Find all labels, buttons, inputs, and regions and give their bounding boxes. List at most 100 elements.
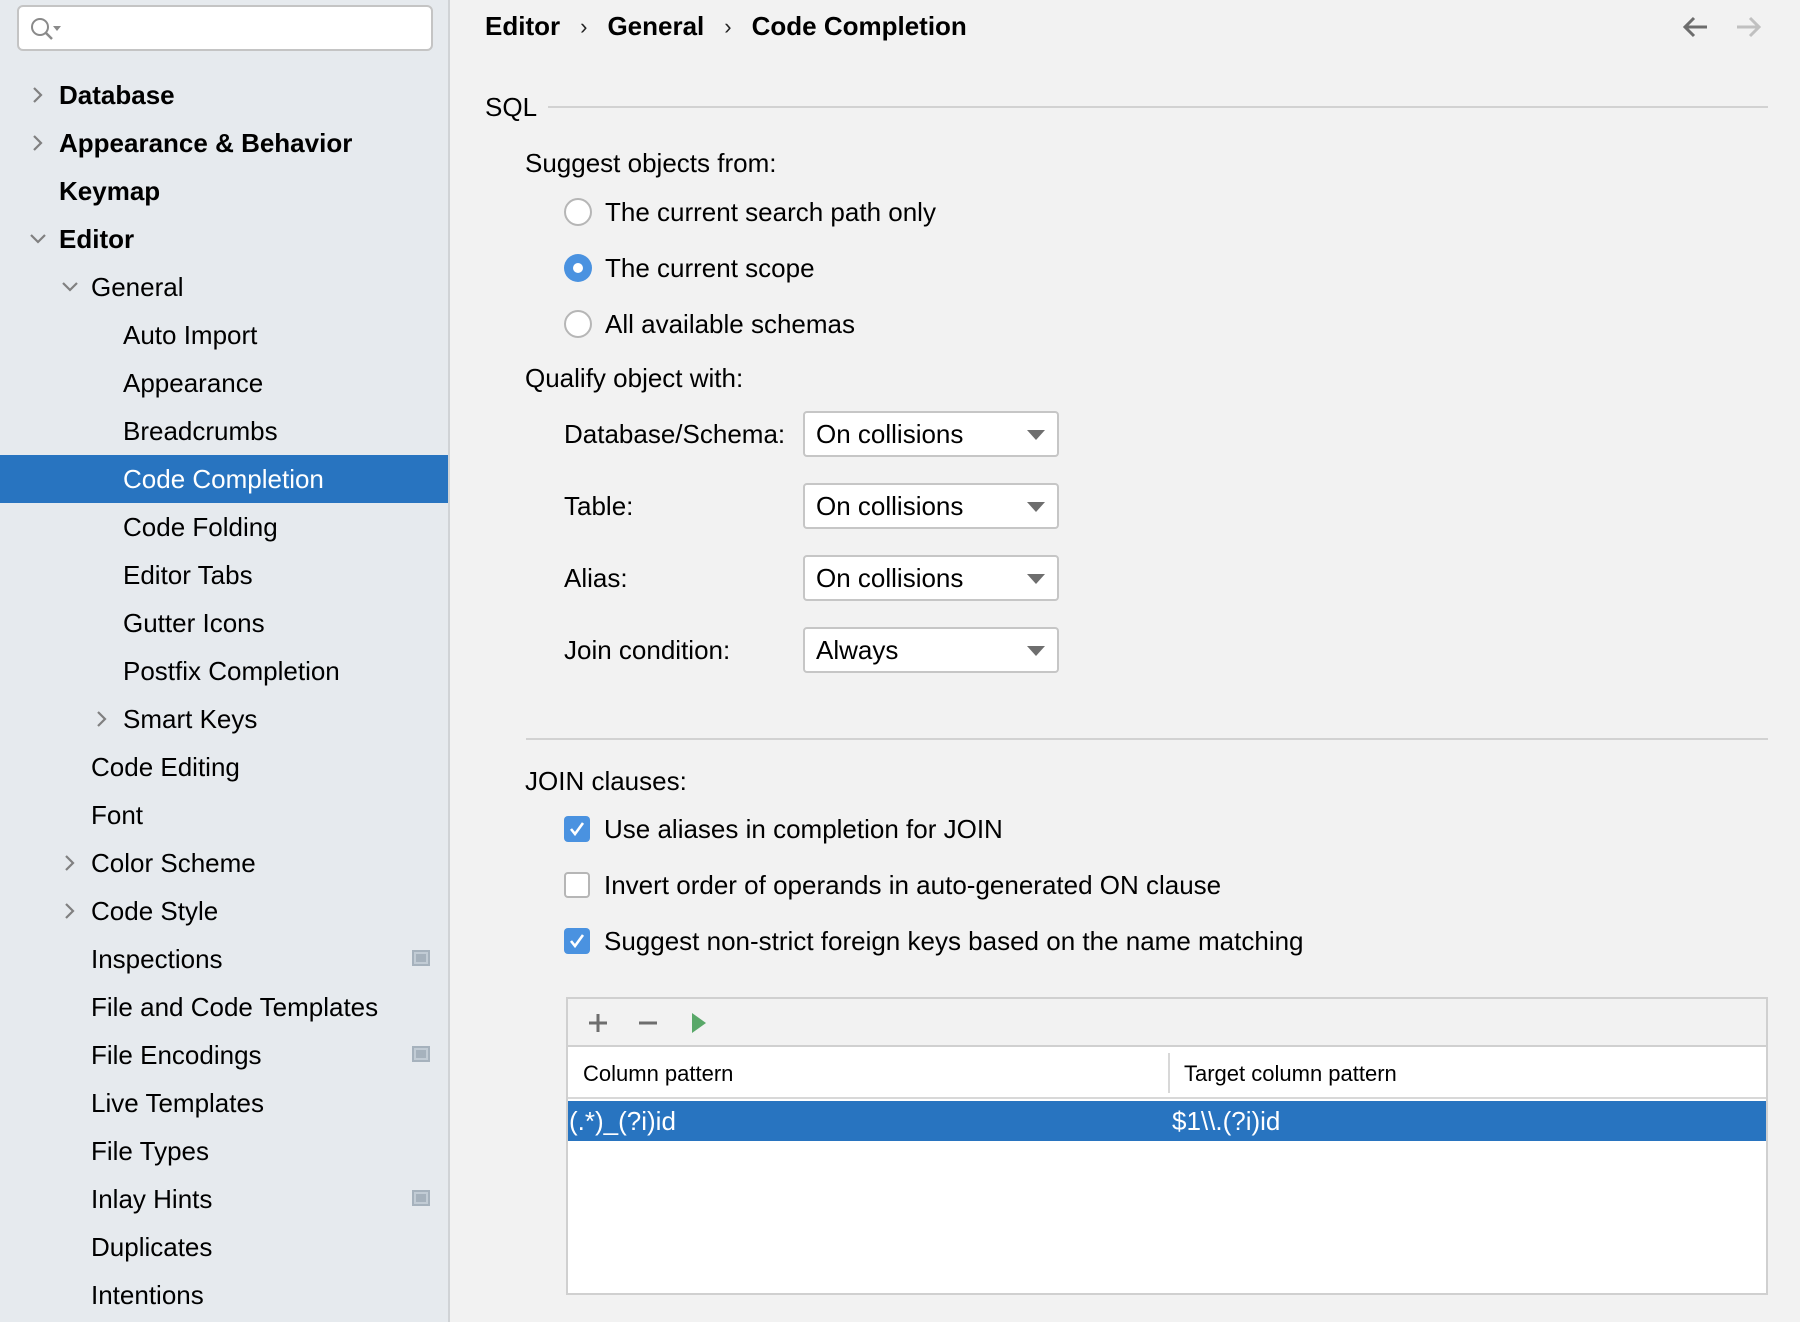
checkbox-label[interactable]: Suggest non-strict foreign keys based on… [604, 925, 1304, 957]
sidebar-item-label: Appearance [123, 368, 264, 398]
sidebar-item-breadcrumbs[interactable]: Breadcrumbs [0, 407, 448, 455]
settings-search-field[interactable] [17, 5, 433, 51]
checkbox-label[interactable]: Invert order of operands in auto-generat… [604, 869, 1221, 901]
sidebar-item-label: Code Editing [91, 752, 240, 782]
table-row[interactable]: (.*)_(?i)id $1\\.(?i)id [568, 1101, 1766, 1141]
sidebar-item-label: Live Templates [91, 1088, 264, 1118]
join-clauses-label: JOIN clauses: [525, 766, 687, 796]
radio-label[interactable]: The current search path only [605, 196, 936, 228]
qualify-field-label: Table: [564, 491, 634, 521]
search-icon[interactable] [29, 16, 63, 42]
sidebar-item-intentions[interactable]: Intentions [0, 1271, 448, 1319]
minus-icon[interactable] [634, 1009, 662, 1037]
breadcrumb-separator: › [580, 13, 588, 39]
radio-button[interactable] [564, 310, 592, 338]
sidebar-item-inlay-hints[interactable]: Inlay Hints [0, 1175, 448, 1223]
qualify-dropdown[interactable]: Always [803, 627, 1059, 673]
dropdown-value: On collisions [816, 563, 964, 593]
sidebar-item-label: Inspections [91, 944, 223, 974]
column-header[interactable]: Column pattern [583, 1059, 733, 1089]
column-header[interactable]: Target column pattern [1184, 1059, 1397, 1089]
breadcrumb-item[interactable]: Editor [485, 11, 560, 42]
dropdown-arrow-icon[interactable] [1027, 646, 1045, 656]
breadcrumb-item[interactable]: General [607, 11, 704, 42]
dropdown-value: Always [816, 635, 899, 665]
table-header: Column pattern Target column pattern [568, 1049, 1766, 1099]
qualify-field-label: Database/Schema: [564, 419, 786, 449]
radio-label[interactable]: All available schemas [605, 308, 855, 340]
sidebar-item-label: Duplicates [91, 1232, 213, 1262]
search-input[interactable] [67, 11, 423, 45]
sidebar-item-database[interactable]: Database [0, 71, 448, 119]
arrow-left-icon[interactable] [1680, 12, 1710, 42]
sidebar-item-gutter-icons[interactable]: Gutter Icons [0, 599, 448, 647]
chevron-right-icon[interactable] [92, 709, 112, 729]
dropdown-arrow-icon[interactable] [1027, 430, 1045, 440]
chevron-right-icon[interactable] [60, 901, 80, 921]
sidebar-item-postfix-completion[interactable]: Postfix Completion [0, 647, 448, 695]
chevron-right-icon[interactable] [60, 853, 80, 873]
settings-content: Editor › General › Code Completion SQL S… [452, 0, 1800, 1322]
qualify-dropdown[interactable]: On collisions [803, 483, 1059, 529]
cell-column-pattern[interactable]: (.*)_(?i)id [569, 1104, 676, 1138]
sidebar-item-label: Inlay Hints [91, 1184, 213, 1214]
sidebar-item-code-style[interactable]: Code Style [0, 887, 448, 935]
sidebar-item-label: Intentions [91, 1280, 204, 1310]
sidebar-item-auto-import[interactable]: Auto Import [0, 311, 448, 359]
run-icon[interactable] [684, 1009, 712, 1037]
sidebar-item-duplicates[interactable]: Duplicates [0, 1223, 448, 1271]
chevron-down-icon[interactable] [60, 277, 80, 297]
checkbox[interactable] [564, 872, 590, 898]
sidebar-item-label: File and Code Templates [91, 992, 379, 1022]
sidebar-item-code-completion[interactable]: Code Completion [0, 455, 448, 503]
radio-label[interactable]: The current scope [605, 252, 815, 284]
sidebar-item-general[interactable]: General [0, 263, 448, 311]
arrow-right-icon[interactable] [1734, 12, 1764, 42]
sidebar-item-font[interactable]: Font [0, 791, 448, 839]
dropdown-arrow-icon[interactable] [1027, 502, 1045, 512]
checkbox[interactable] [564, 816, 590, 842]
table-toolbar [568, 999, 1766, 1047]
dropdown-arrow-icon[interactable] [1027, 574, 1045, 584]
sidebar-item-appearance-behavior[interactable]: Appearance & Behavior [0, 119, 448, 167]
column-divider[interactable] [1168, 1053, 1170, 1093]
chevron-right-icon[interactable] [28, 133, 48, 153]
sidebar-item-label: Postfix Completion [123, 656, 340, 686]
sidebar-item-file-and-code-templates[interactable]: File and Code Templates [0, 983, 448, 1031]
sidebar-item-file-encodings[interactable]: File Encodings [0, 1031, 448, 1079]
sidebar-item-smart-keys[interactable]: Smart Keys [0, 695, 448, 743]
breadcrumb-separator: › [724, 13, 732, 39]
sidebar-item-file-types[interactable]: File Types [0, 1127, 448, 1175]
cell-target-pattern[interactable]: $1\\.(?i)id [1172, 1104, 1280, 1138]
chevron-right-icon[interactable] [28, 85, 48, 105]
settings-tree: Database Appearance & Behavior Keymap Edito… [0, 71, 448, 1319]
sidebar-item-label: Database [59, 80, 175, 110]
sidebar-item-label: Smart Keys [123, 704, 258, 734]
checkbox-label[interactable]: Use aliases in completion for JOIN [604, 813, 1003, 845]
sidebar-item-color-scheme[interactable]: Color Scheme [0, 839, 448, 887]
sidebar-item-label: Editor Tabs [123, 560, 253, 590]
breadcrumb-item-current: Code Completion [751, 11, 967, 41]
qualify-dropdown[interactable]: On collisions [803, 411, 1059, 457]
navigation-arrows [1680, 12, 1764, 42]
radio-button[interactable] [564, 254, 592, 282]
sidebar-item-label: File Encodings [91, 1040, 262, 1070]
sidebar-item-editor-tabs[interactable]: Editor Tabs [0, 551, 448, 599]
sidebar-item-label: General [91, 272, 184, 302]
sidebar-item-appearance[interactable]: Appearance [0, 359, 448, 407]
qualify-dropdown[interactable]: On collisions [803, 555, 1059, 601]
checkmark-icon [569, 934, 585, 949]
settings-sidebar: Database Appearance & Behavior Keymap Edito… [0, 0, 450, 1322]
sidebar-item-inspections[interactable]: Inspections [0, 935, 448, 983]
chevron-down-icon[interactable] [28, 229, 48, 249]
sidebar-item-label: Auto Import [123, 320, 258, 350]
plus-icon[interactable] [584, 1009, 612, 1037]
sidebar-item-code-editing[interactable]: Code Editing [0, 743, 448, 791]
sidebar-item-live-templates[interactable]: Live Templates [0, 1079, 448, 1127]
radio-button[interactable] [564, 198, 592, 226]
project-scope-icon [412, 1190, 430, 1206]
sidebar-item-editor[interactable]: Editor [0, 215, 448, 263]
checkbox[interactable] [564, 928, 590, 954]
sidebar-item-code-folding[interactable]: Code Folding [0, 503, 448, 551]
sidebar-item-keymap[interactable]: Keymap [0, 167, 448, 215]
